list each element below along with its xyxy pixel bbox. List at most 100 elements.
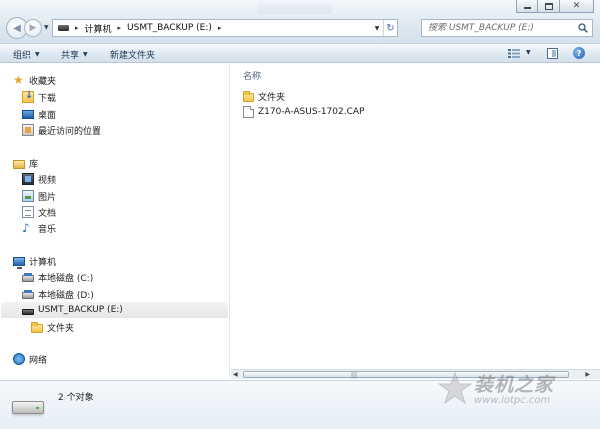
forward-button[interactable]: ▶ [24, 19, 42, 37]
window-controls: ✕ [516, 0, 594, 13]
videos-icon [22, 173, 34, 185]
sidebar-item-local-disk-c[interactable]: 本地磁盘 (C:) [22, 269, 93, 285]
sidebar-item-usmt-backup[interactable]: USMT_BACKUP (E:) [1, 302, 228, 318]
downloads-folder-icon [22, 90, 34, 103]
sidebar-item-label: 最近访问的位置 [38, 126, 102, 137]
window-title-ghost [257, 3, 332, 14]
new-folder-button[interactable]: 新建文件夹 [110, 48, 155, 61]
chevron-down-icon: ▼ [35, 51, 40, 58]
sidebar-item-favorites[interactable]: ★ 收藏夹 [13, 72, 56, 88]
sidebar-item-label: 收藏夹 [29, 76, 57, 87]
music-note-icon: ♪ [22, 221, 30, 235]
forward-arrow-icon: ▶ [29, 23, 37, 33]
star-icon: ★ [13, 73, 24, 87]
refresh-icon: ↻ [386, 22, 395, 34]
sidebar-item-label: 下载 [38, 93, 57, 104]
sidebar-item-folder[interactable]: 文件夹 [31, 319, 74, 335]
file-name: 文件夹 [258, 92, 286, 103]
sidebar-item-downloads[interactable]: 下载 [22, 89, 56, 105]
sidebar-item-local-disk-d[interactable]: 本地磁盘 (D:) [22, 286, 94, 302]
chevron-down-icon: ▼ [83, 51, 88, 58]
desktop-icon [22, 110, 34, 119]
library-icon [13, 159, 25, 169]
sidebar-item-computer[interactable]: 计算机 [13, 253, 56, 269]
breadcrumb-separator[interactable]: ▸ [218, 24, 222, 32]
item-count: 2 个对象 [58, 393, 94, 403]
file-list-pane: 名称 文件夹 Z170-A-ASUS-1702.CAP [231, 64, 600, 376]
sidebar-item-label: 计算机 [29, 257, 57, 268]
folder-icon [31, 321, 43, 333]
address-bar[interactable]: ▸ 计算机 ▸ USMT_BACKUP (E:) ▸ ▼ ↻ [52, 19, 398, 37]
folder-icon [243, 90, 254, 102]
preview-pane-icon[interactable] [547, 48, 558, 59]
share-menu-button[interactable]: 共享 ▼ [61, 48, 88, 61]
breadcrumb-computer[interactable]: 计算机 [85, 22, 112, 35]
help-icon[interactable]: ? [573, 47, 585, 59]
hard-drive-icon [22, 290, 34, 299]
hard-drive-icon [22, 273, 34, 282]
sidebar-item-network[interactable]: 网络 [13, 351, 47, 367]
removable-drive-icon [12, 401, 44, 414]
sidebar-item-label: 桌面 [38, 110, 57, 121]
organize-label: 组织 [13, 51, 32, 61]
sidebar-item-label: 文档 [38, 208, 57, 219]
sidebar-item-music[interactable]: ♪ 音乐 [22, 220, 56, 236]
close-icon: ✕ [572, 0, 581, 11]
search-icon[interactable] [578, 23, 588, 33]
recent-pages-dropdown[interactable]: ▼ [44, 24, 49, 31]
list-item[interactable]: 文件夹 [243, 89, 285, 103]
watermark-title: 装机之家 [474, 374, 555, 396]
sidebar-item-recent-places[interactable]: 最近访问的位置 [22, 122, 101, 138]
sidebar-item-label: 文件夹 [47, 323, 75, 334]
breadcrumb-separator[interactable]: ▸ [75, 24, 79, 32]
computer-icon [13, 256, 25, 269]
star-logo-icon [438, 371, 472, 405]
sidebar-item-libraries[interactable]: 库 [13, 155, 38, 171]
file-icon [243, 106, 254, 118]
breadcrumb-separator[interactable]: ▸ [118, 24, 122, 32]
sidebar-item-videos[interactable]: 视频 [22, 171, 56, 187]
scrollbar-grip-icon: ||| [351, 372, 358, 379]
navigation-pane: ★ 收藏夹 下载 桌面 最近访问的位置 库 视频 图片 文档 ♪ 音乐 计算机 … [0, 64, 230, 376]
new-folder-label: 新建文件夹 [110, 51, 156, 61]
removable-drive-icon [22, 308, 34, 315]
scroll-right-arrow[interactable]: ▶ [585, 371, 590, 378]
organize-menu-button[interactable]: 组织 ▼ [13, 48, 40, 61]
sidebar-item-label: 网络 [29, 355, 48, 366]
sidebar-item-label: 图片 [38, 192, 57, 203]
sidebar-item-pictures[interactable]: 图片 [22, 188, 56, 204]
recent-places-icon [22, 124, 34, 136]
sidebar-item-label: 库 [29, 159, 39, 170]
close-button[interactable]: ✕ [560, 0, 594, 13]
list-item[interactable]: Z170-A-ASUS-1702.CAP [243, 105, 364, 119]
search-input[interactable] [428, 23, 576, 33]
maximize-button[interactable] [538, 0, 560, 13]
documents-icon [22, 206, 34, 218]
view-options-dropdown[interactable]: ▼ [526, 49, 531, 56]
site-watermark: 装机之家 www.lotpc.com [438, 370, 554, 406]
file-name: Z170-A-ASUS-1702.CAP [258, 107, 365, 117]
network-icon [13, 353, 25, 365]
column-header-name[interactable]: 名称 [243, 69, 261, 82]
sidebar-item-documents[interactable]: 文档 [22, 204, 56, 220]
pictures-icon [22, 190, 34, 202]
sidebar-item-label: 本地磁盘 (C:) [38, 273, 94, 284]
address-history-dropdown[interactable]: ▼ [371, 20, 383, 36]
view-options-icon[interactable] [508, 49, 520, 58]
minimize-button[interactable] [516, 0, 538, 13]
sidebar-item-label: USMT_BACKUP (E:) [38, 305, 123, 315]
drive-icon [58, 25, 69, 31]
window-titlebar: ✕ ◀ ▶ ▼ ▸ 计算机 ▸ USMT_BACKUP (E:) ▸ ▼ ↻ [0, 0, 600, 44]
back-arrow-icon: ◀ [13, 22, 21, 34]
sidebar-item-label: 视频 [38, 175, 57, 186]
share-label: 共享 [61, 51, 80, 61]
search-box[interactable] [421, 19, 593, 37]
refresh-button[interactable]: ↻ [383, 20, 397, 36]
sidebar-item-label: 音乐 [38, 224, 57, 235]
scroll-left-arrow[interactable]: ◀ [233, 371, 238, 378]
sidebar-item-desktop[interactable]: 桌面 [22, 106, 56, 122]
command-bar: 组织 ▼ 共享 ▼ 新建文件夹 ▼ ? [0, 44, 600, 63]
maximize-icon [544, 2, 553, 10]
sidebar-item-label: 本地磁盘 (D:) [38, 290, 94, 301]
breadcrumb-usmt-backup[interactable]: USMT_BACKUP (E:) [127, 23, 212, 33]
